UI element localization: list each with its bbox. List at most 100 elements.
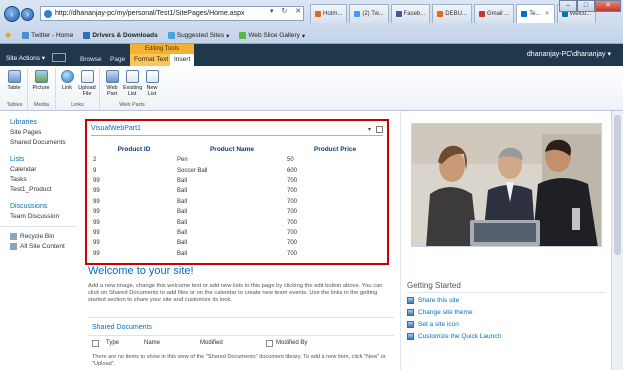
customize-quick-launch-link[interactable]: Customize the Quick Launch [407, 333, 501, 340]
tab-current[interactable]: Te... ✕ [516, 4, 555, 23]
ql-all-site-content[interactable]: All Site Content [10, 243, 82, 250]
fav-twitter[interactable]: Twitter - Home [22, 32, 73, 39]
browser-chrome: ‹ › http://dhananjay-pc/my/personal/Test… [0, 0, 623, 44]
forward-icon[interactable]: › [21, 8, 34, 21]
group-label: Web Parts [119, 102, 145, 108]
ql-site-pages[interactable]: Site Pages [10, 129, 82, 136]
shared-documents-title[interactable]: Shared Documents [92, 324, 152, 331]
tab-label: Hotm... [323, 11, 343, 17]
column-modified[interactable]: Modified [200, 340, 266, 347]
change-theme-link[interactable]: Change site theme [407, 309, 473, 316]
web-part-select-checkbox[interactable] [376, 126, 383, 133]
web-part-title[interactable]: VisualWebPart1 [91, 125, 141, 132]
existing-list-button[interactable]: Existing List [123, 70, 143, 97]
tab-label: Faceb... [403, 11, 426, 17]
ribbon: Table Tables Picture Media Link Upload F… [0, 66, 623, 111]
ql-shared-documents[interactable]: Shared Documents [10, 139, 82, 146]
close-tab-icon[interactable]: ✕ [545, 5, 550, 23]
back-icon[interactable]: ‹ [4, 6, 20, 22]
picture-button[interactable]: Picture [32, 70, 50, 91]
tab-facebook[interactable]: Faceb... [390, 4, 431, 23]
tab-insert[interactable]: Insert [170, 54, 195, 66]
tab-browse[interactable]: Browse [76, 54, 106, 66]
shared-documents-header: Type Name Modified Modified By [92, 340, 307, 347]
ql-discussions[interactable]: Discussions [10, 203, 82, 210]
set-site-icon-link[interactable]: Set a site icon [407, 321, 459, 328]
user-name: dhananjay-PC\dhananjay [526, 51, 606, 58]
web-part-menu-icon[interactable]: ▾ [368, 126, 371, 133]
browser-tabs: Hotm... (2) Tw... Faceb... DEBU... Gmail… [310, 4, 597, 23]
group-media: Picture Media [28, 68, 56, 109]
ql-recycle-bin[interactable]: Recycle Bin [10, 233, 82, 240]
dell-icon [83, 32, 91, 39]
modified-by-checkbox[interactable] [266, 340, 273, 347]
tab-twitter[interactable]: (2) Tw... [349, 4, 389, 23]
team-photo-icon [412, 124, 601, 246]
cell-product-price: 700 [287, 177, 298, 184]
maximize-button[interactable]: □ [577, 0, 595, 12]
picture-icon [34, 70, 48, 83]
scrollbar-thumb[interactable] [614, 115, 621, 255]
cell-product-name: Ball [177, 198, 188, 205]
theme-icon [407, 309, 414, 316]
button-label: Link [61, 85, 73, 91]
fav-suggested-sites[interactable]: Suggested Sites ▾ [167, 32, 229, 40]
fav-drivers[interactable]: Drivers & Downloads [83, 32, 158, 39]
column-name[interactable]: Name [144, 340, 200, 347]
tab-debug[interactable]: DEBU... [432, 4, 472, 23]
ql-tasks[interactable]: Tasks [10, 176, 82, 183]
tab-label: Te... [529, 11, 541, 17]
fav-web-slice[interactable]: Web Slice Gallery ▾ [239, 32, 305, 40]
group-tables: Table Tables [2, 68, 28, 109]
table-row: 2 Pen 50 [91, 155, 383, 165]
ql-team-discussion[interactable]: Team Discussion [10, 213, 82, 220]
cell-product-id: 99 [93, 198, 100, 205]
ql-test1-product[interactable]: Test1_Product [10, 186, 82, 193]
web-part-button[interactable]: Web Part [103, 70, 121, 97]
tab-format-text[interactable]: Format Text [130, 54, 173, 66]
column-type[interactable]: Type [106, 340, 144, 347]
link-button[interactable]: Link [58, 70, 76, 91]
navigate-up-icon[interactable] [52, 53, 66, 62]
user-menu[interactable]: dhananjay-PC\dhananjay ▾ [527, 50, 611, 58]
table-row: 99 Ball 700 [91, 207, 383, 217]
address-tools[interactable]: ▾ ↻ ✕ [270, 7, 304, 15]
table-row: 99 Ball 700 [91, 249, 383, 259]
button-label: Web Part [106, 85, 118, 97]
cell-product-price: 700 [287, 240, 298, 247]
minimize-button[interactable]: – [559, 0, 577, 12]
divider [407, 292, 605, 293]
divider [88, 335, 394, 336]
table-row: 99 Ball 700 [91, 217, 383, 227]
main-content: VisualWebPart1 ▾ Product ID Product Name… [82, 111, 400, 370]
tab-page[interactable]: Page [106, 54, 129, 66]
column-modified-by[interactable]: Modified By [276, 340, 307, 347]
select-all-checkbox[interactable] [92, 340, 99, 347]
existing-list-icon [125, 70, 139, 83]
favorites-star-icon[interactable]: ★ [4, 30, 12, 41]
vertical-scrollbar[interactable] [611, 111, 623, 370]
ql-lists[interactable]: Lists [10, 156, 82, 163]
new-list-button[interactable]: New List [143, 70, 161, 97]
twitter-fav-icon [22, 32, 30, 39]
button-label: Existing List [123, 85, 143, 97]
cell-product-name: Ball [177, 219, 188, 226]
site-actions-menu[interactable]: Site Actions ▾ [6, 54, 45, 62]
cell-product-id: 99 [93, 188, 100, 195]
address-bar[interactable]: http://dhananjay-pc/my/personal/Test1/Si… [40, 6, 304, 21]
tab-label: DEBU... [445, 11, 467, 17]
share-site-link[interactable]: Share this site [407, 297, 459, 304]
upload-file-button[interactable]: Upload File [78, 70, 96, 97]
tab-gmail[interactable]: Gmail ... [473, 4, 515, 23]
fav-label: Twitter - Home [31, 32, 74, 39]
group-label: Tables [6, 102, 23, 108]
ql-libraries[interactable]: Libraries [10, 119, 82, 126]
cell-product-price: 700 [287, 209, 298, 216]
table-button[interactable]: Table [5, 70, 23, 91]
button-label: Picture [32, 85, 50, 91]
ql-calendar[interactable]: Calendar [10, 166, 82, 173]
close-window-button[interactable]: ✕ [595, 0, 621, 12]
tab-hotmail[interactable]: Hotm... [310, 4, 348, 23]
fav-label: Drivers & Downloads [92, 32, 158, 39]
column-header: Product Price [313, 145, 357, 153]
